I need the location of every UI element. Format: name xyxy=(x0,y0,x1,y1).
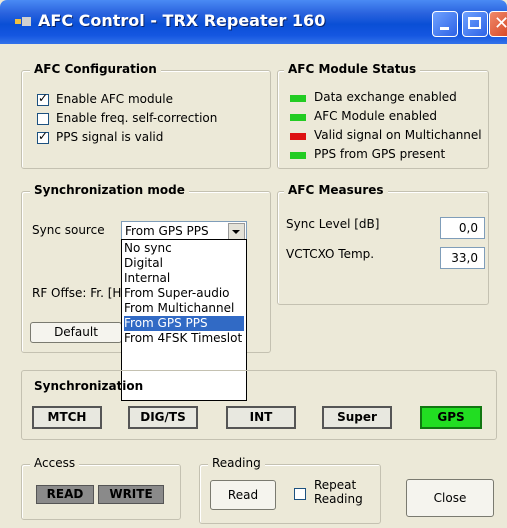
access-legend: Access xyxy=(30,456,80,470)
client-area: AFC Configuration ✓ Enable AFC module En… xyxy=(2,44,507,528)
status-label: PPS from GPS present xyxy=(314,147,446,161)
vctcxo-temp-field[interactable]: 33,0 xyxy=(440,247,485,269)
afc-configuration-group: AFC Configuration ✓ Enable AFC module En… xyxy=(21,62,271,169)
reading-legend: Reading xyxy=(208,456,265,470)
afc-module-status-group: AFC Module Status Data exchange enabled … xyxy=(277,62,489,169)
status-label: Valid signal on Multichannel xyxy=(314,128,482,142)
reading-group: Reading Read Repeat Reading xyxy=(199,456,381,524)
afc-measures-group: AFC Measures Sync Level [dB] 0,0 VCTCXO … xyxy=(277,183,489,305)
status-led xyxy=(290,133,306,140)
sync-source-value: From GPS PPS xyxy=(125,224,209,238)
afc-module-status-legend: AFC Module Status xyxy=(284,62,421,76)
synchronization-panel: Synchronization xyxy=(21,370,497,440)
sync-indicator-gps: GPS xyxy=(420,406,482,429)
enable-afc-module-label: Enable AFC module xyxy=(56,92,173,106)
status-led xyxy=(290,114,306,121)
enable-self-correction-label: Enable freq. self-correction xyxy=(56,111,218,125)
sync-level-label: Sync Level [dB] xyxy=(286,217,380,231)
window-title: AFC Control - TRX Repeater 160 xyxy=(38,11,326,30)
sync-indicator-int: INT xyxy=(226,406,296,429)
close-button[interactable]: Close xyxy=(406,479,494,517)
vctcxo-temp-label: VCTCXO Temp. xyxy=(286,247,375,261)
dropdown-option[interactable]: From Super-audio xyxy=(124,286,244,301)
status-label: AFC Module enabled xyxy=(314,109,438,123)
pps-signal-valid-checkbox[interactable]: ✓ xyxy=(37,129,49,144)
app-icon xyxy=(15,17,31,26)
dropdown-option[interactable]: No sync xyxy=(124,241,244,256)
close-icon: ✕ xyxy=(494,13,507,34)
sync-source-label: Sync source xyxy=(32,223,105,237)
close-window-button[interactable]: ✕ xyxy=(489,11,507,37)
minimize-button[interactable] xyxy=(432,11,458,37)
synchronization-legend: Synchronization xyxy=(34,379,144,393)
maximize-icon xyxy=(468,17,481,29)
chevron-down-icon xyxy=(232,230,240,234)
status-led xyxy=(290,95,306,102)
enable-self-correction-checkbox[interactable] xyxy=(37,113,49,125)
sync-indicator-mtch: MTCH xyxy=(32,406,102,429)
title-bar[interactable]: AFC Control - TRX Repeater 160 ✕ xyxy=(0,0,507,44)
status-led xyxy=(290,152,306,159)
sync-indicator-super: Super xyxy=(322,406,392,429)
repeat-reading-label: Repeat Reading xyxy=(314,478,363,506)
afc-control-window: AFC Control - TRX Repeater 160 ✕ AFC Con… xyxy=(0,0,507,528)
afc-configuration-legend: AFC Configuration xyxy=(30,62,161,76)
default-button[interactable]: Default xyxy=(30,322,122,343)
dropdown-option[interactable]: From 4FSK Timeslot xyxy=(124,331,244,346)
write-indicator: WRITE xyxy=(98,485,164,504)
read-button[interactable]: Read xyxy=(210,480,276,510)
check-mark-icon: ✓ xyxy=(38,91,49,105)
read-indicator: READ xyxy=(36,485,94,504)
sync-mode-legend: Synchronization mode xyxy=(30,183,189,197)
dropdown-option[interactable]: Internal xyxy=(124,271,244,286)
afc-measures-legend: AFC Measures xyxy=(284,183,388,197)
minimize-icon xyxy=(440,27,449,30)
rf-offset-label: RF Offse: Fr. [H xyxy=(32,286,122,300)
enable-afc-module-checkbox[interactable]: ✓ xyxy=(37,91,49,106)
dropdown-option[interactable]: From Multichannel xyxy=(124,301,244,316)
check-mark-icon: ✓ xyxy=(38,129,49,143)
access-group: Access READ WRITE xyxy=(21,456,181,520)
status-label: Data exchange enabled xyxy=(314,90,457,104)
dropdown-arrow-button[interactable] xyxy=(228,223,245,240)
dropdown-option-selected[interactable]: From GPS PPS xyxy=(124,316,244,331)
sync-level-field[interactable]: 0,0 xyxy=(440,217,485,239)
maximize-button[interactable] xyxy=(462,11,488,37)
dropdown-option[interactable]: Digital xyxy=(124,256,244,271)
sync-indicator-dig-ts: DIG/TS xyxy=(128,406,198,429)
pps-signal-valid-label: PPS signal is valid xyxy=(56,130,164,144)
repeat-reading-checkbox[interactable] xyxy=(294,488,306,500)
